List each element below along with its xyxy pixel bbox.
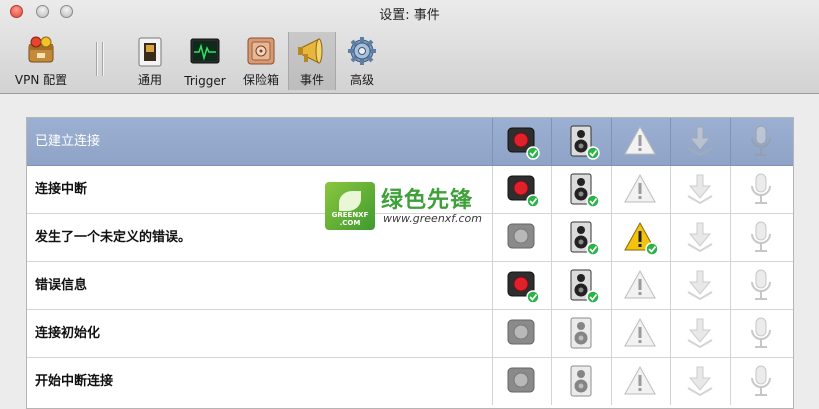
speaker-icon bbox=[570, 317, 591, 348]
growl-icon bbox=[686, 270, 713, 300]
warning-icon bbox=[624, 221, 659, 256]
site-watermark: GREENXF .COM 绿色先锋 www.greenxf.com bbox=[325, 182, 495, 230]
speaker-toggle[interactable] bbox=[551, 358, 611, 405]
speaker-toggle[interactable] bbox=[551, 310, 611, 357]
watermark-logo: GREENXF .COM bbox=[325, 182, 375, 230]
warning-toggle[interactable] bbox=[611, 262, 670, 309]
growl-icon bbox=[686, 126, 713, 156]
growl-icon bbox=[686, 174, 713, 204]
growl-toggle[interactable] bbox=[670, 262, 730, 309]
speaker-toggle[interactable] bbox=[551, 118, 611, 165]
speaker-toggle[interactable] bbox=[551, 262, 611, 309]
record-icon bbox=[507, 127, 540, 160]
toolbar-trigger-label: Trigger bbox=[184, 74, 226, 88]
record-toggle[interactable] bbox=[492, 358, 551, 405]
event-label: 连接初始化 bbox=[35, 326, 101, 341]
growl-toggle[interactable] bbox=[670, 358, 730, 405]
warning-toggle[interactable] bbox=[611, 358, 670, 405]
microphone-toggle[interactable] bbox=[730, 214, 793, 261]
record-toggle[interactable] bbox=[492, 118, 551, 165]
speaker-toggle[interactable] bbox=[551, 166, 611, 213]
toolbar-vpn-config[interactable]: VPN 配置 bbox=[8, 32, 74, 90]
speaker-toggle[interactable] bbox=[551, 214, 611, 261]
growl-toggle[interactable] bbox=[670, 118, 730, 165]
events-table: 已建立连接 连接中断 发生了一个未定义的错误。 错误信息 连接初始化 开始中断连… bbox=[26, 117, 794, 409]
microphone-icon bbox=[751, 125, 771, 156]
record-icon bbox=[507, 367, 535, 392]
record-toggle[interactable] bbox=[492, 166, 551, 213]
microphone-icon bbox=[751, 221, 771, 252]
microphone-icon bbox=[751, 173, 771, 204]
microphone-icon bbox=[751, 317, 771, 348]
safe-icon bbox=[247, 37, 275, 65]
event-label: 已建立连接 bbox=[35, 134, 101, 149]
warning-toggle[interactable] bbox=[611, 310, 670, 357]
table-row[interactable]: 错误信息 bbox=[27, 262, 793, 310]
record-icon bbox=[507, 271, 540, 304]
toolbar-events[interactable]: 事件 bbox=[288, 32, 336, 90]
window-titlebar: 设置: 事件 VPN 配置 通用 Trigger 保险箱 事件 高级 bbox=[0, 0, 819, 94]
general-switch-icon bbox=[138, 37, 162, 67]
speaker-icon bbox=[570, 125, 600, 160]
warning-icon bbox=[624, 317, 656, 346]
record-toggle[interactable] bbox=[492, 310, 551, 357]
toolbar-safe[interactable]: 保险箱 bbox=[236, 32, 286, 90]
warning-icon bbox=[624, 125, 656, 154]
event-label: 连接中断 bbox=[35, 182, 88, 197]
table-row[interactable]: 已建立连接 bbox=[27, 118, 793, 166]
toolbar-advanced-label: 高级 bbox=[349, 73, 374, 87]
toolbar-separator bbox=[96, 42, 97, 76]
growl-toggle[interactable] bbox=[670, 166, 730, 213]
record-toggle[interactable] bbox=[492, 262, 551, 309]
warning-toggle[interactable] bbox=[611, 214, 670, 261]
microphone-toggle[interactable] bbox=[730, 310, 793, 357]
growl-icon bbox=[686, 222, 713, 252]
warning-toggle[interactable] bbox=[611, 118, 670, 165]
microphone-toggle[interactable] bbox=[730, 118, 793, 165]
record-icon bbox=[507, 319, 535, 344]
toolbar-general-label: 通用 bbox=[137, 73, 162, 87]
growl-toggle[interactable] bbox=[670, 310, 730, 357]
speaker-icon bbox=[570, 173, 600, 208]
watermark-brand: GREENXF .COM bbox=[331, 211, 369, 227]
growl-toggle[interactable] bbox=[670, 214, 730, 261]
warning-toggle[interactable] bbox=[611, 166, 670, 213]
toolbar-events-label: 事件 bbox=[299, 73, 324, 87]
warning-icon bbox=[624, 365, 656, 394]
leaf-icon bbox=[339, 191, 361, 211]
event-label: 发生了一个未定义的错误。 bbox=[35, 230, 192, 245]
toolbar-general[interactable]: 通用 bbox=[128, 32, 172, 90]
record-icon bbox=[507, 223, 535, 248]
toolbar-vpn-config-label: VPN 配置 bbox=[14, 73, 68, 87]
speaker-icon bbox=[570, 365, 591, 396]
record-icon bbox=[507, 175, 540, 208]
table-row[interactable]: 连接初始化 bbox=[27, 310, 793, 358]
event-label: 开始中断连接 bbox=[35, 374, 114, 389]
toolbar-safe-label: 保险箱 bbox=[242, 73, 279, 87]
watermark-url: www.greenxf.com bbox=[383, 212, 482, 225]
microphone-icon bbox=[751, 365, 771, 396]
watermark-name: 绿色先锋 bbox=[381, 188, 474, 213]
warning-icon bbox=[624, 269, 656, 298]
speaker-icon bbox=[570, 269, 600, 304]
trigger-monitor-icon bbox=[190, 38, 220, 64]
vpn-config-icon bbox=[28, 36, 54, 63]
event-label: 错误信息 bbox=[35, 278, 88, 293]
toolbar-advanced[interactable]: 高级 bbox=[340, 32, 384, 90]
growl-icon bbox=[686, 318, 713, 348]
toolbar-trigger[interactable]: Trigger bbox=[178, 32, 232, 90]
warning-icon bbox=[624, 173, 656, 202]
microphone-toggle[interactable] bbox=[730, 358, 793, 405]
microphone-toggle[interactable] bbox=[730, 166, 793, 213]
microphone-toggle[interactable] bbox=[730, 262, 793, 309]
megaphone-icon bbox=[298, 38, 323, 64]
microphone-icon bbox=[751, 269, 771, 300]
toolbar-separator bbox=[102, 42, 103, 76]
gear-icon bbox=[348, 37, 376, 65]
window-title: 设置: 事件 bbox=[379, 8, 440, 23]
growl-icon bbox=[686, 366, 713, 396]
table-row[interactable]: 开始中断连接 bbox=[27, 358, 793, 406]
speaker-icon bbox=[570, 221, 600, 256]
record-toggle[interactable] bbox=[492, 214, 551, 261]
